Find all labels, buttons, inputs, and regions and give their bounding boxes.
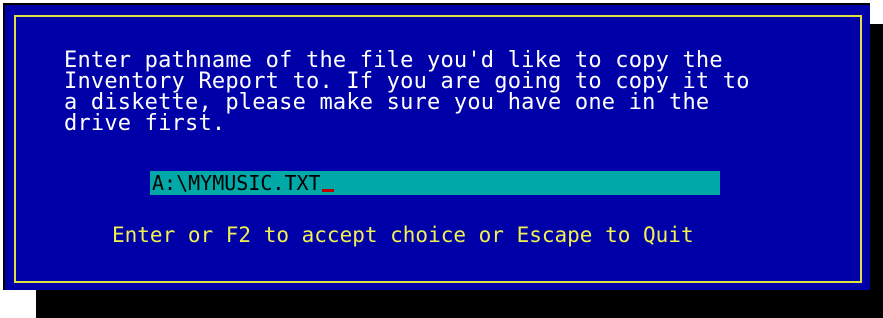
text-cursor — [321, 189, 334, 192]
dialog-shadow-bottom — [36, 290, 883, 318]
dos-screen: Enter pathname of the file you'd like to… — [0, 0, 883, 318]
pathname-value: A:\MYMUSIC.TXT — [152, 171, 321, 195]
accept-quit-hint: Enter or F2 to accept choice or Escape t… — [112, 223, 694, 247]
pathname-input[interactable]: A:\MYMUSIC.TXT — [150, 171, 720, 195]
dialog-shadow-right — [870, 24, 883, 318]
dialog-message: Enter pathname of the file you'd like to… — [64, 48, 750, 136]
